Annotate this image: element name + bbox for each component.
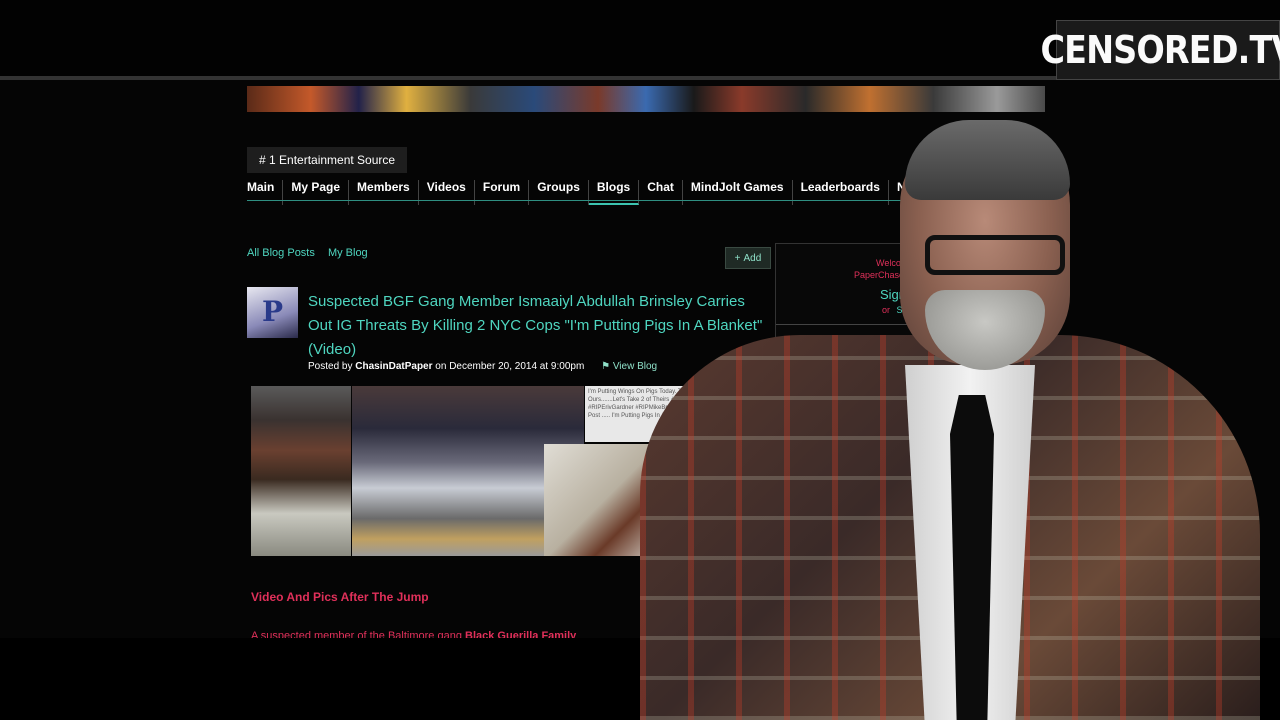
post-meta: Posted by ChasinDatPaper on December 20,… (308, 361, 657, 372)
author-avatar[interactable] (247, 287, 298, 338)
posted-by-label: Posted by (308, 361, 353, 372)
presenter-figure (640, 115, 1260, 720)
nav-item-forum[interactable]: Forum (475, 180, 530, 205)
binoculars-icon: ⚑ (601, 361, 611, 372)
presenter-hair (905, 120, 1070, 200)
nav-item-my-page[interactable]: My Page (283, 180, 350, 205)
site-banner-image (247, 86, 1045, 112)
all-blog-posts-link[interactable]: All Blog Posts (247, 247, 315, 259)
nav-item-videos[interactable]: Videos (419, 180, 475, 205)
site-tagline: # 1 Entertainment Source (247, 147, 408, 173)
nav-item-main[interactable]: Main (247, 180, 284, 205)
suspect-photo (251, 386, 351, 556)
post-date: on December 20, 2014 at 9:00pm (435, 361, 585, 372)
eyeglasses (925, 235, 1065, 275)
logo-text: CENSORED.TV (1040, 28, 1280, 72)
jump-heading: Video And Pics After The Jump (251, 590, 429, 604)
my-blog-link[interactable]: My Blog (328, 247, 368, 259)
author-link[interactable]: ChasinDatPaper (355, 361, 432, 372)
censored-tv-logo: CENSORED.TV (1040, 20, 1280, 80)
nav-item-groups[interactable]: Groups (529, 180, 589, 205)
nav-item-members[interactable]: Members (349, 180, 419, 205)
black-tie (950, 395, 994, 720)
nav-item-blogs[interactable]: Blogs (588, 180, 640, 205)
blog-subnav: All Blog Posts My Blog (247, 247, 378, 259)
